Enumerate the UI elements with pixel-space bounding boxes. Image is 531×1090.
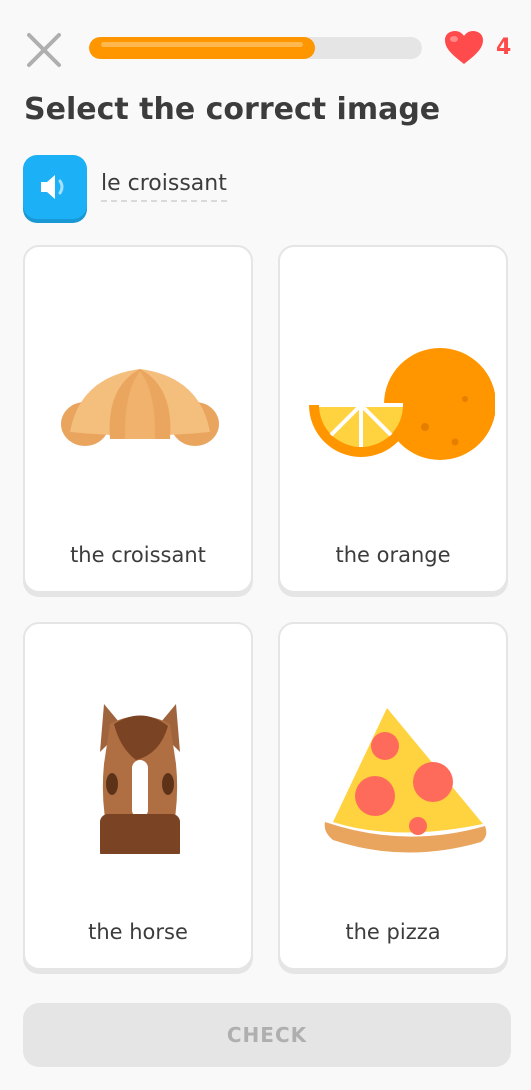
hearts-counter[interactable]: 4 — [443, 30, 523, 66]
heart-icon — [445, 31, 483, 64]
progress-fill — [89, 37, 316, 59]
choice-card-horse[interactable]: the horse — [23, 622, 253, 970]
choice-label: the orange — [335, 543, 451, 567]
choice-label: the croissant — [70, 543, 206, 567]
choice-label: the pizza — [345, 920, 441, 944]
close-icon — [27, 33, 61, 67]
choice-label: the horse — [88, 920, 188, 944]
horse-icon — [100, 704, 180, 854]
prompt-row: le croissant — [23, 155, 423, 221]
orange-icon — [309, 348, 495, 460]
play-audio-button[interactable] — [23, 155, 87, 219]
choice-card-croissant[interactable]: the croissant — [23, 245, 253, 593]
hearts-count: 4 — [496, 35, 512, 60]
choice-card-pizza[interactable]: the pizza — [278, 622, 508, 970]
progress-shine — [101, 42, 304, 47]
top-bar: 4 — [0, 0, 531, 96]
croissant-icon — [61, 369, 219, 446]
page-title: Select the correct image — [24, 92, 441, 127]
lesson-progress-bar — [89, 37, 422, 59]
close-button[interactable] — [24, 30, 64, 70]
speaker-icon — [41, 175, 64, 199]
pizza-icon — [324, 708, 487, 853]
prompt-word[interactable]: le croissant — [101, 171, 227, 202]
check-button[interactable]: CHECK — [23, 1003, 511, 1067]
choice-card-orange[interactable]: the orange — [278, 245, 508, 593]
